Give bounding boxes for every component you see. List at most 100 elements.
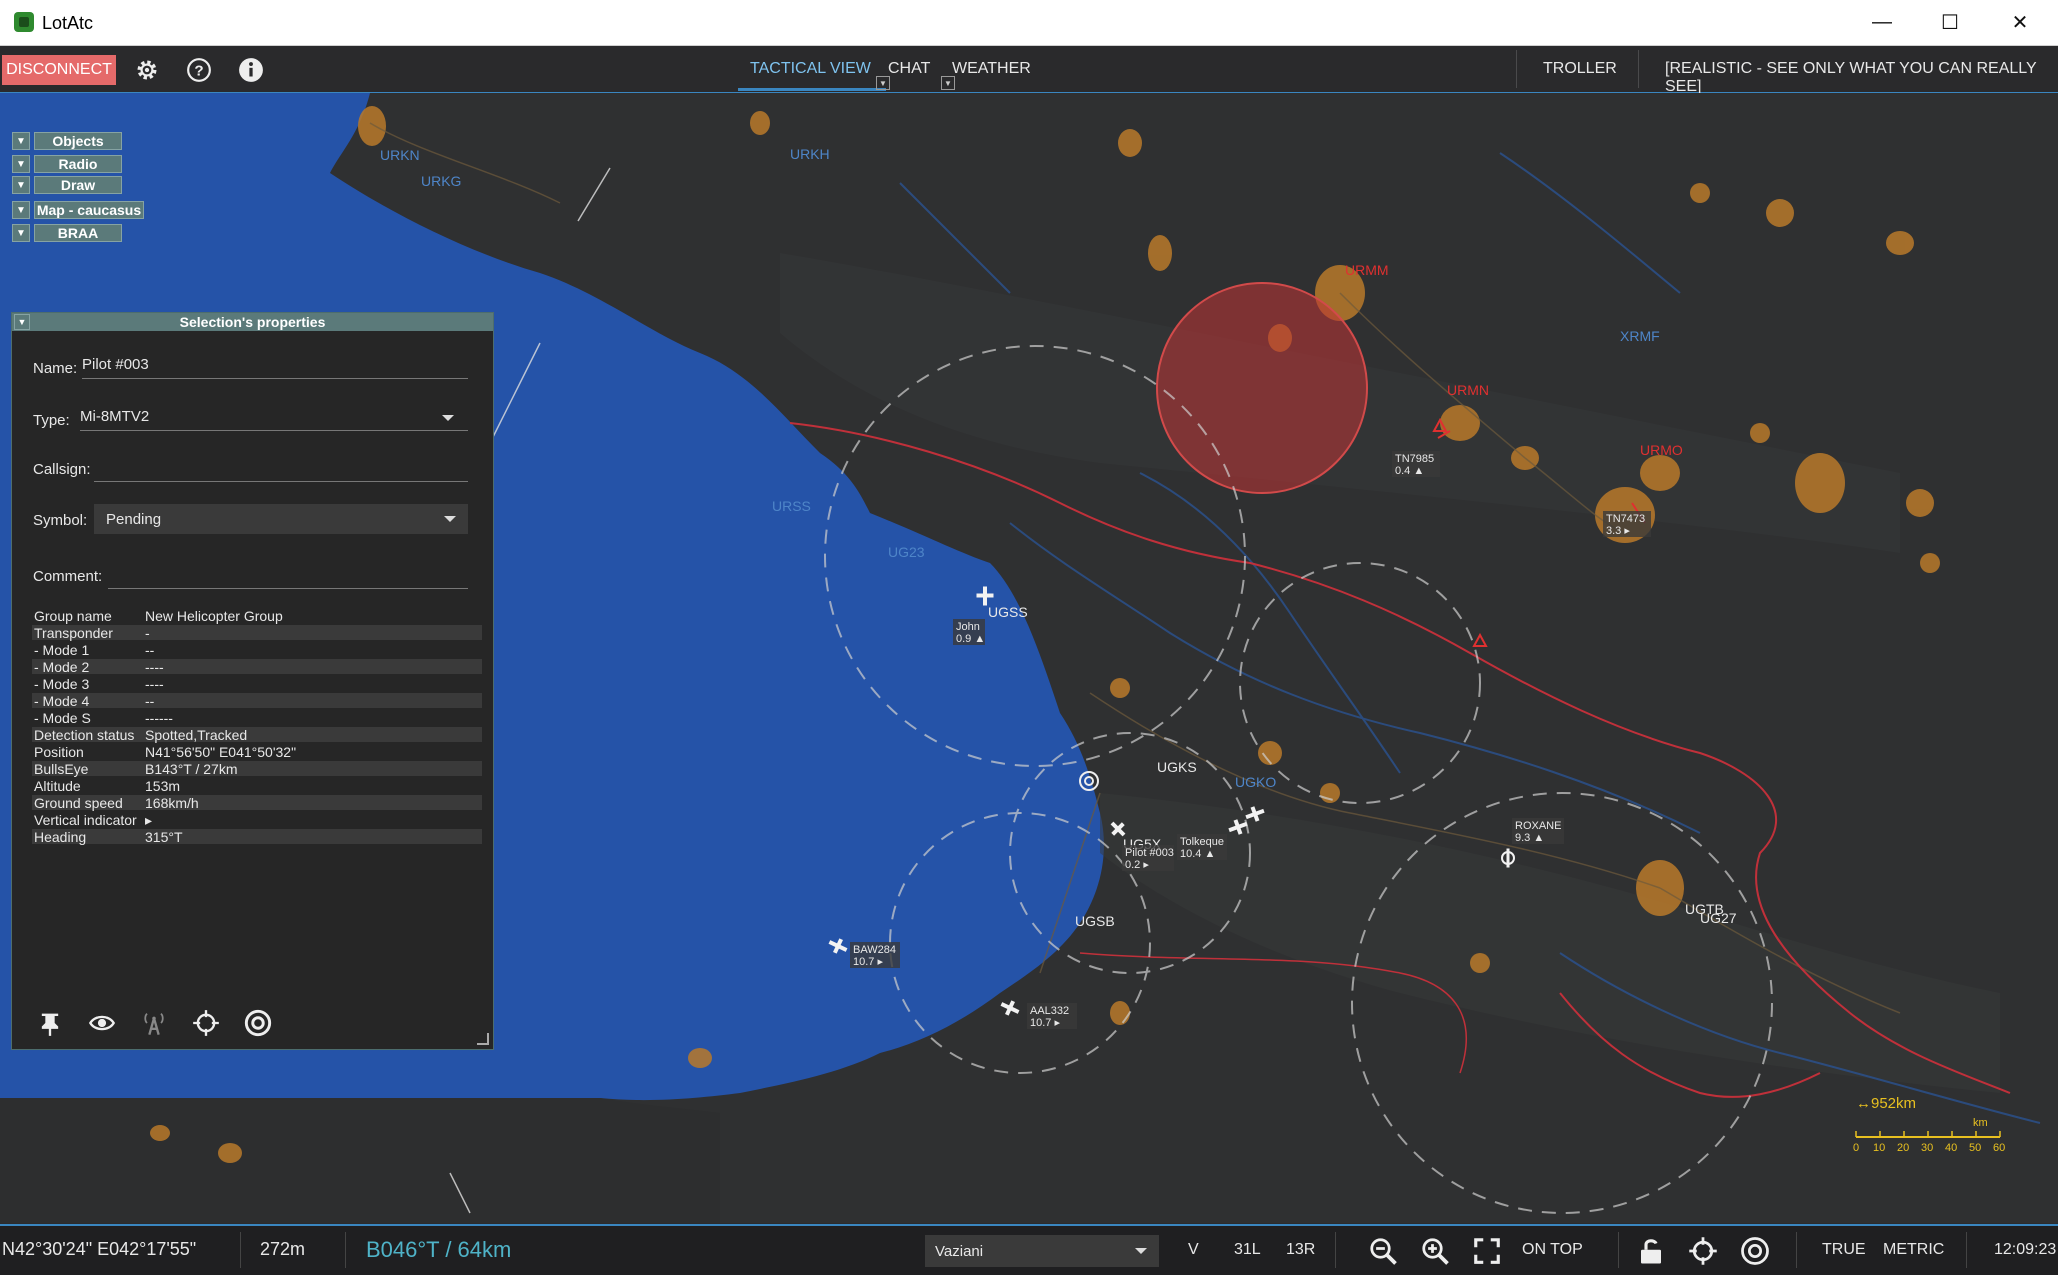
tab-chat-dropdown-icon[interactable]: ▼ [941, 76, 955, 90]
airport-select[interactable]: Vaziani [925, 1235, 1159, 1267]
tab-weather[interactable]: WEATHER [952, 60, 1031, 78]
pin-icon[interactable] [34, 1007, 66, 1039]
resize-grip-icon[interactable] [477, 1033, 489, 1045]
svg-text:?: ? [194, 62, 203, 79]
threat-circle [1156, 282, 1368, 494]
property-row: - Mode 4 -- [32, 693, 482, 709]
zoom-out-icon[interactable] [1368, 1236, 1398, 1266]
clock-time: 12:09:23 [1994, 1241, 2057, 1258]
panel-draw-label[interactable]: Draw [34, 176, 122, 194]
svg-text:40: 40 [1945, 1142, 1957, 1154]
expand-arrow-icon[interactable]: ▼ [12, 132, 30, 150]
svg-text:10: 10 [1873, 1142, 1885, 1154]
runway-31l-button[interactable]: 31L [1234, 1241, 1261, 1259]
map-scale: ↔952km km 0 10 20 30 40 50 60 [1853, 1095, 2005, 1154]
panel-radio[interactable]: ▼ Radio [12, 155, 122, 173]
properties-title: Selection's properties [179, 314, 326, 330]
expand-arrow-icon[interactable]: ▼ [12, 201, 30, 219]
contact-sub: 0.4 ▲ [1395, 465, 1424, 477]
crosshair-icon[interactable] [1688, 1236, 1718, 1266]
property-row: Detection status Spotted,Tracked [32, 727, 482, 743]
close-button[interactable]: ✕ [1998, 8, 2042, 36]
property-row: Position N41°56'50" E041°50'32" [34, 744, 297, 760]
svg-text:0: 0 [1853, 1142, 1859, 1154]
panel-objects-label[interactable]: Objects [34, 132, 122, 150]
airfield-label: UGSB [1075, 913, 1115, 929]
eye-icon[interactable] [86, 1007, 118, 1039]
callsign-field[interactable] [94, 459, 468, 482]
status-separator [345, 1232, 346, 1268]
app-logo-icon [14, 12, 34, 32]
panel-braa[interactable]: ▼ BRAA [12, 224, 122, 242]
on-top-button[interactable]: ON TOP [1522, 1241, 1583, 1259]
svg-text:30: 30 [1921, 1142, 1933, 1154]
panel-radio-label[interactable]: Radio [34, 155, 122, 173]
role-label[interactable]: TROLLER [1543, 60, 1617, 78]
zoom-in-icon[interactable] [1420, 1236, 1450, 1266]
active-tab-underline [738, 88, 886, 91]
minimize-button[interactable]: — [1860, 8, 1904, 36]
chevron-down-icon [1135, 1248, 1147, 1254]
type-label: Type: [33, 412, 70, 429]
tab-tactical-dropdown-icon[interactable]: ▼ [876, 76, 890, 90]
contact-sub: 9.3 ▲ [1515, 832, 1544, 844]
window-titlebar: LotAtc — ☐ ✕ [0, 0, 2058, 46]
status-separator [1618, 1232, 1619, 1268]
window-title: LotAtc [42, 13, 94, 33]
unlock-icon[interactable] [1636, 1236, 1666, 1266]
svg-text:km: km [1973, 1117, 1988, 1129]
radio-antenna-icon[interactable] [138, 1007, 170, 1039]
center-target-icon[interactable] [190, 1007, 222, 1039]
type-select[interactable]: Mi-8MTV2 [80, 408, 468, 431]
properties-header[interactable]: ▼ Selection's properties [12, 313, 493, 331]
property-row: Altitude 153m [34, 778, 181, 794]
chevron-down-icon [442, 415, 454, 421]
cursor-position: N42°30'24" E042°17'55" [2, 1239, 197, 1259]
airfield-label: URSS [772, 498, 811, 514]
property-row: - Mode 2 ---- [32, 659, 482, 675]
expand-arrow-icon[interactable]: ▼ [12, 176, 30, 194]
maximize-button[interactable]: ☐ [1928, 8, 1972, 36]
contact-sub: 0.2 ▸ [1125, 859, 1149, 871]
airfield-label: URMO [1640, 442, 1683, 458]
airfield-label: XRMF [1620, 328, 1660, 344]
contact-sub: 3.3 ▸ [1606, 525, 1630, 537]
airfield-label: UG27 [1700, 910, 1737, 926]
runway-13r-button[interactable]: 13R [1286, 1241, 1315, 1259]
panel-braa-label[interactable]: BRAA [34, 224, 122, 242]
bullseye-icon[interactable] [242, 1007, 274, 1039]
status-separator [1966, 1232, 1967, 1268]
comment-field[interactable] [108, 566, 468, 589]
info-icon[interactable] [238, 57, 264, 83]
property-row: Heading 315°T [32, 829, 482, 845]
contact-label: ROXANE [1515, 820, 1561, 832]
expand-arrow-icon[interactable]: ▼ [12, 155, 30, 173]
runway-vor-button[interactable]: V [1188, 1241, 1199, 1259]
panel-draw[interactable]: ▼ Draw [12, 176, 122, 194]
disconnect-button[interactable]: DISCONNECT [2, 55, 116, 85]
status-separator [240, 1232, 241, 1268]
mode-label[interactable]: [REALISTIC - SEE ONLY WHAT YOU CAN REALL… [1665, 60, 2058, 96]
expand-arrow-icon[interactable]: ▼ [12, 224, 30, 242]
svg-text:↔952km: ↔952km [1856, 1095, 1916, 1112]
settings-gear-icon[interactable] [134, 57, 160, 83]
panel-map-label[interactable]: Map - caucasus [34, 201, 144, 219]
contact-label: TN7473 [1606, 513, 1645, 525]
tab-tactical-view[interactable]: TACTICAL VIEW [750, 60, 871, 78]
bullseye-icon[interactable] [1740, 1236, 1770, 1266]
contact-sub: 10.4 ▲ [1180, 848, 1215, 860]
property-row: Vertical indicator ▸ [34, 812, 153, 828]
collapse-arrow-icon[interactable]: ▼ [14, 314, 30, 330]
tab-chat[interactable]: CHAT [888, 60, 930, 78]
metric-units-toggle[interactable]: METRIC [1883, 1241, 1944, 1259]
symbol-select[interactable]: Pending [94, 504, 468, 534]
help-icon[interactable]: ? [186, 57, 212, 83]
true-north-toggle[interactable]: TRUE [1822, 1241, 1866, 1259]
svg-text:20: 20 [1897, 1142, 1909, 1154]
property-row: BullsEye B143°T / 27km [32, 761, 482, 777]
panel-map[interactable]: ▼ Map - caucasus [12, 201, 144, 219]
panel-objects[interactable]: ▼ Objects [12, 132, 122, 150]
airport-value: Vaziani [935, 1242, 984, 1260]
fullscreen-icon[interactable] [1472, 1236, 1502, 1266]
name-field[interactable]: Pilot #003 [82, 356, 468, 379]
